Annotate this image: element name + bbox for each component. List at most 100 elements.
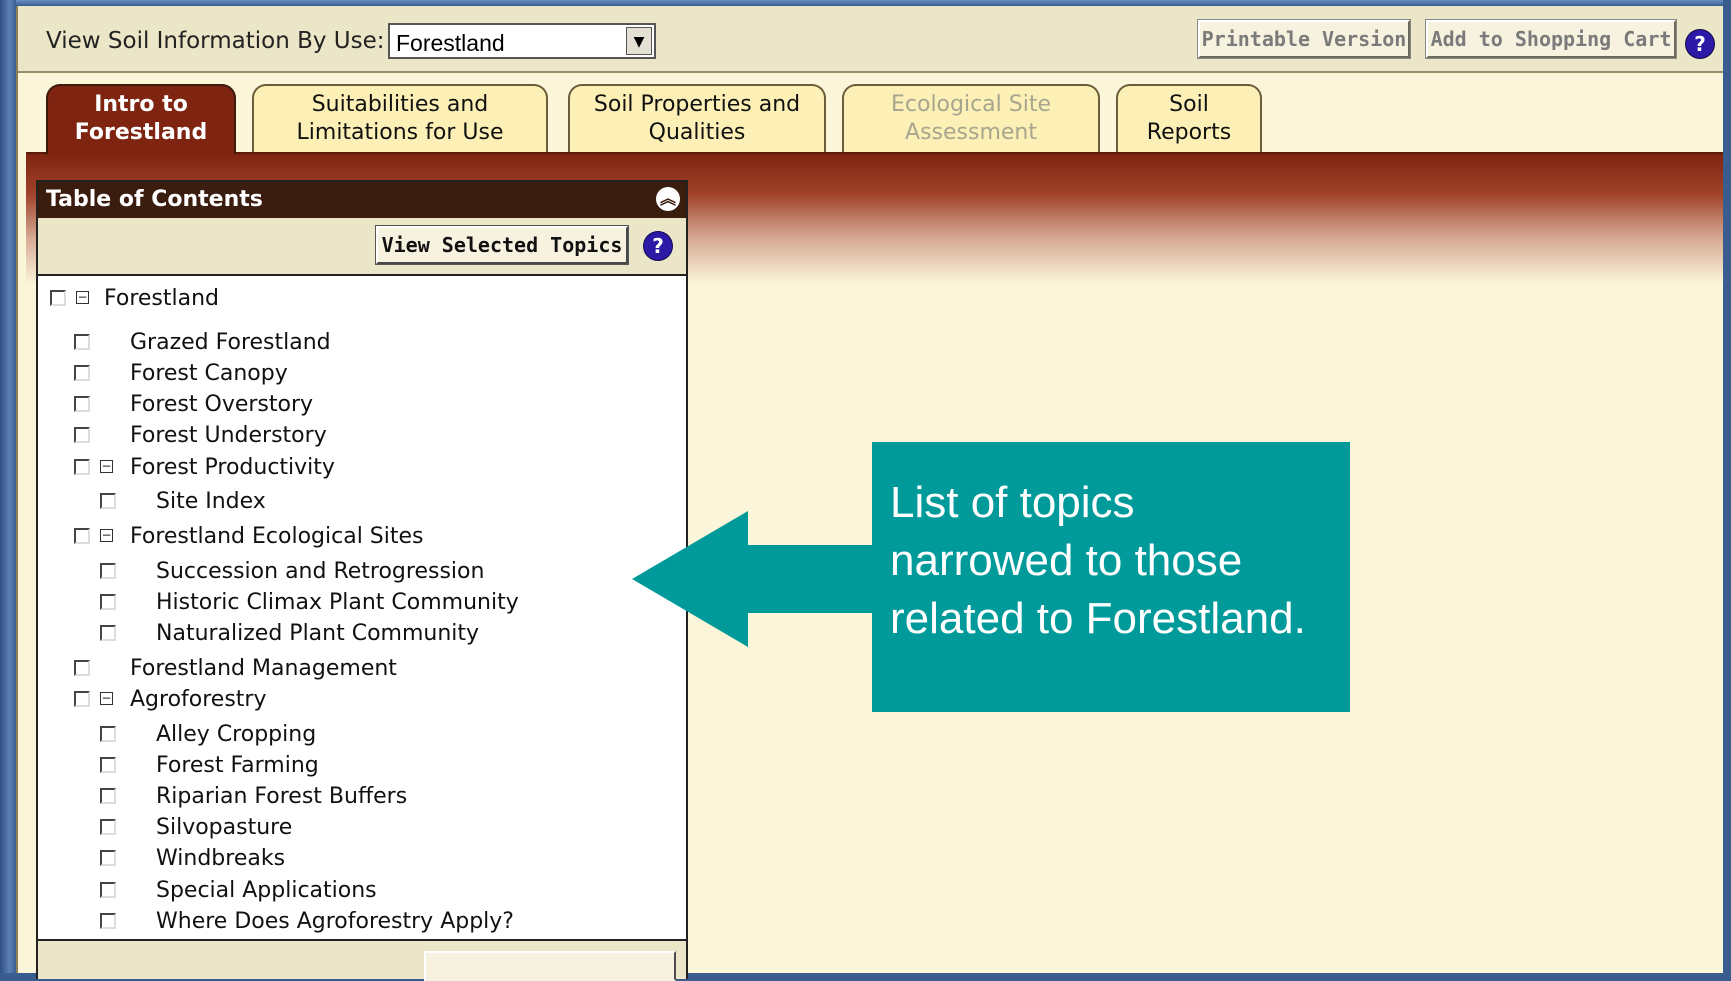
toc-item-checkbox[interactable]: [100, 757, 116, 773]
toc-item-label: Forestland Ecological Sites: [130, 524, 424, 549]
callout-box: List of topics narrowed to those related…: [872, 442, 1350, 712]
toc-item-label: Agroforestry: [130, 687, 267, 712]
toc-toolbar: View Selected Topics ?: [38, 218, 686, 276]
tab-label-line1: Soil: [1169, 92, 1209, 117]
toc-item-checkbox[interactable]: [100, 726, 116, 742]
soil-app-window: View Soil Information By Use: Forestland…: [16, 6, 1723, 981]
toc-item[interactable]: − Agroforestry: [38, 687, 678, 721]
toc-item[interactable]: Grazed Forestland: [38, 330, 678, 364]
toc-item-checkbox[interactable]: [100, 882, 116, 898]
toc-item[interactable]: − Forestland Ecological Sites: [38, 524, 678, 558]
tab-soil-reports[interactable]: Soil Reports: [1116, 84, 1262, 154]
view-selected-topics-button-bottom[interactable]: [424, 951, 676, 981]
toc-item[interactable]: Forest Canopy: [38, 361, 678, 395]
collapse-toggle-icon[interactable]: −: [100, 460, 113, 473]
tab-label-line1: Soil Properties and: [593, 92, 801, 117]
toc-item-checkbox[interactable]: [100, 563, 116, 579]
toc-item-label: Silvopasture: [156, 815, 293, 840]
toc-item[interactable]: Naturalized Plant Community: [38, 621, 678, 655]
toc-item-label: Grazed Forestland: [130, 330, 331, 355]
toc-item[interactable]: − Forestland: [38, 286, 678, 320]
toc-item-label: Forest Farming: [156, 753, 319, 778]
toc-item-label: Forest Understory: [130, 423, 327, 448]
tab-ecological-site-assessment: Ecological Site Assessment: [842, 84, 1100, 154]
use-select-value: Forestland: [396, 30, 505, 56]
toc-item-label: Succession and Retrogression: [156, 559, 485, 584]
toc-item-label: Forestland: [104, 286, 220, 311]
toc-item-label: Forest Productivity: [130, 455, 335, 480]
toc-item-checkbox[interactable]: [74, 660, 90, 676]
tab-label-line2: Reports: [1146, 120, 1232, 145]
toc-item-checkbox[interactable]: [100, 625, 116, 641]
callout-text-line3: related to Forestland.: [890, 594, 1306, 643]
toc-item[interactable]: Site Index: [38, 489, 678, 523]
collapse-toggle-icon[interactable]: −: [100, 529, 113, 542]
toc-item-checkbox[interactable]: [74, 691, 90, 707]
tab-soil-properties-and-qualities[interactable]: Soil Properties and Qualities: [568, 84, 826, 154]
tab-label-line1: Suitabilities and: [311, 92, 489, 117]
toc-footer: [38, 939, 686, 981]
tab-label-line2: Qualities: [648, 120, 746, 145]
callout-text-line2: narrowed to those: [890, 536, 1243, 585]
toc-item[interactable]: Forest Farming: [38, 753, 678, 787]
toc-item[interactable]: Succession and Retrogression: [38, 559, 678, 593]
help-icon[interactable]: ?: [644, 232, 672, 260]
toc-item[interactable]: Riparian Forest Buffers: [38, 784, 678, 818]
toc-header: Table of Contents ︽: [38, 182, 686, 218]
tab-label-line2: Limitations for Use: [296, 120, 504, 145]
add-to-shopping-cart-button[interactable]: Add to Shopping Cart: [1425, 19, 1677, 59]
top-toolbar: View Soil Information By Use: Forestland…: [18, 6, 1723, 73]
toc-item-checkbox[interactable]: [100, 594, 116, 610]
toc-item[interactable]: Historic Climax Plant Community: [38, 590, 678, 624]
tab-suitabilities-and-limitations[interactable]: Suitabilities and Limitations for Use: [252, 84, 548, 154]
toc-item-checkbox[interactable]: [50, 290, 66, 306]
toc-item-label: Where Does Agroforestry Apply?: [156, 909, 514, 934]
toc-item-checkbox[interactable]: [74, 396, 90, 412]
help-icon[interactable]: ?: [1686, 30, 1714, 58]
printable-version-button[interactable]: Printable Version: [1197, 19, 1411, 59]
toc-item-label: Historic Climax Plant Community: [156, 590, 519, 615]
toc-item[interactable]: Special Applications: [38, 878, 678, 912]
callout-text-line1: List of topics: [890, 478, 1135, 527]
tab-intro-to-forestland[interactable]: Intro to Forestland: [46, 84, 236, 154]
toc-item-checkbox[interactable]: [100, 913, 116, 929]
toc-item[interactable]: Forest Understory: [38, 423, 678, 457]
pointer-arrow: [632, 511, 888, 647]
toc-item-checkbox[interactable]: [74, 459, 90, 475]
toc-item-label: Windbreaks: [156, 846, 286, 871]
toc-item-label: Riparian Forest Buffers: [156, 784, 408, 809]
toc-item[interactable]: Windbreaks: [38, 846, 678, 880]
view-selected-topics-button[interactable]: View Selected Topics: [375, 225, 629, 265]
toc-item[interactable]: − Forest Productivity: [38, 455, 678, 489]
toc-item-checkbox[interactable]: [74, 427, 90, 443]
toc-item-checkbox[interactable]: [100, 788, 116, 804]
toc-item-label: Alley Cropping: [156, 722, 317, 747]
collapse-toggle-icon[interactable]: −: [76, 291, 89, 304]
view-by-use-label: View Soil Information By Use:: [46, 28, 385, 54]
use-select[interactable]: Forestland ▼: [388, 23, 656, 59]
toc-item-checkbox[interactable]: [74, 334, 90, 350]
toc-item-label: Forest Overstory: [130, 392, 314, 417]
table-of-contents-panel: Table of Contents ︽ View Selected Topics…: [36, 180, 688, 981]
chevron-down-icon[interactable]: ▼: [626, 27, 652, 55]
tab-label-line2: Forestland: [74, 120, 208, 145]
tab-label-line1: Intro to: [94, 92, 188, 117]
collapse-icon[interactable]: ︽: [656, 187, 680, 211]
toc-item[interactable]: Forest Overstory: [38, 392, 678, 426]
toc-item-label: Forest Canopy: [130, 361, 288, 386]
toc-item[interactable]: Silvopasture: [38, 815, 678, 849]
toc-item[interactable]: Alley Cropping: [38, 722, 678, 756]
toc-item-label: Naturalized Plant Community: [156, 621, 480, 646]
toc-title: Table of Contents: [46, 187, 263, 212]
collapse-toggle-icon[interactable]: −: [100, 692, 113, 705]
slide-frame-left: [0, 0, 16, 973]
toc-item-checkbox[interactable]: [100, 493, 116, 509]
tab-label-line1: Ecological Site: [890, 92, 1052, 117]
toc-item-checkbox[interactable]: [74, 528, 90, 544]
toc-item-label: Special Applications: [156, 878, 377, 903]
toc-item-checkbox[interactable]: [74, 365, 90, 381]
toc-item-checkbox[interactable]: [100, 819, 116, 835]
toc-item-checkbox[interactable]: [100, 850, 116, 866]
toc-item[interactable]: Forestland Management: [38, 656, 678, 690]
toc-item-label: Site Index: [156, 489, 266, 514]
